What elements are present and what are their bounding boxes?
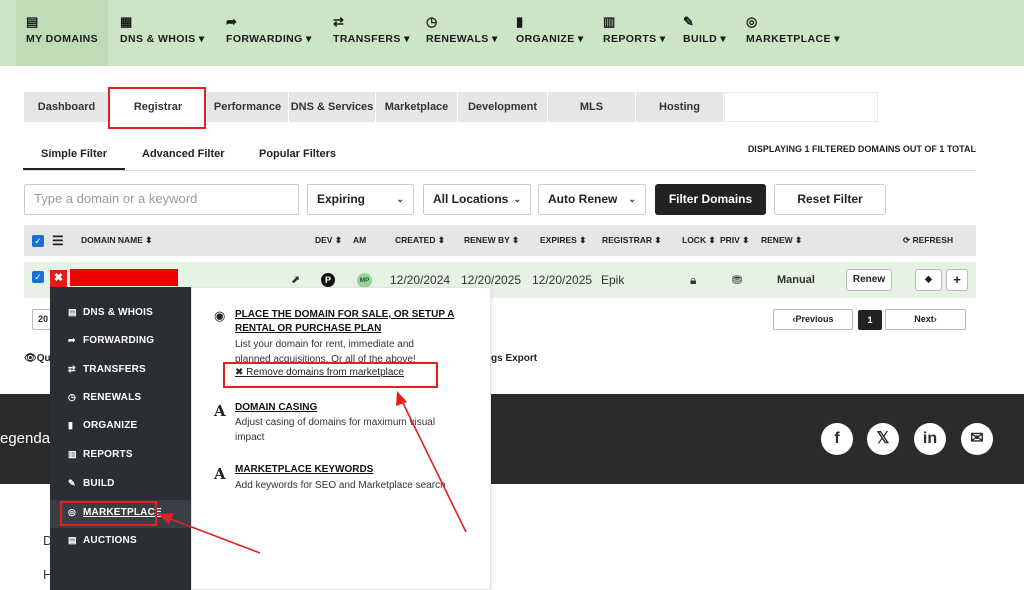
annotation-arrows [158,391,467,554]
arrow-line [167,517,261,554]
arrow-head [158,513,174,524]
arrow-head [396,391,407,406]
arrow-line [401,400,467,533]
